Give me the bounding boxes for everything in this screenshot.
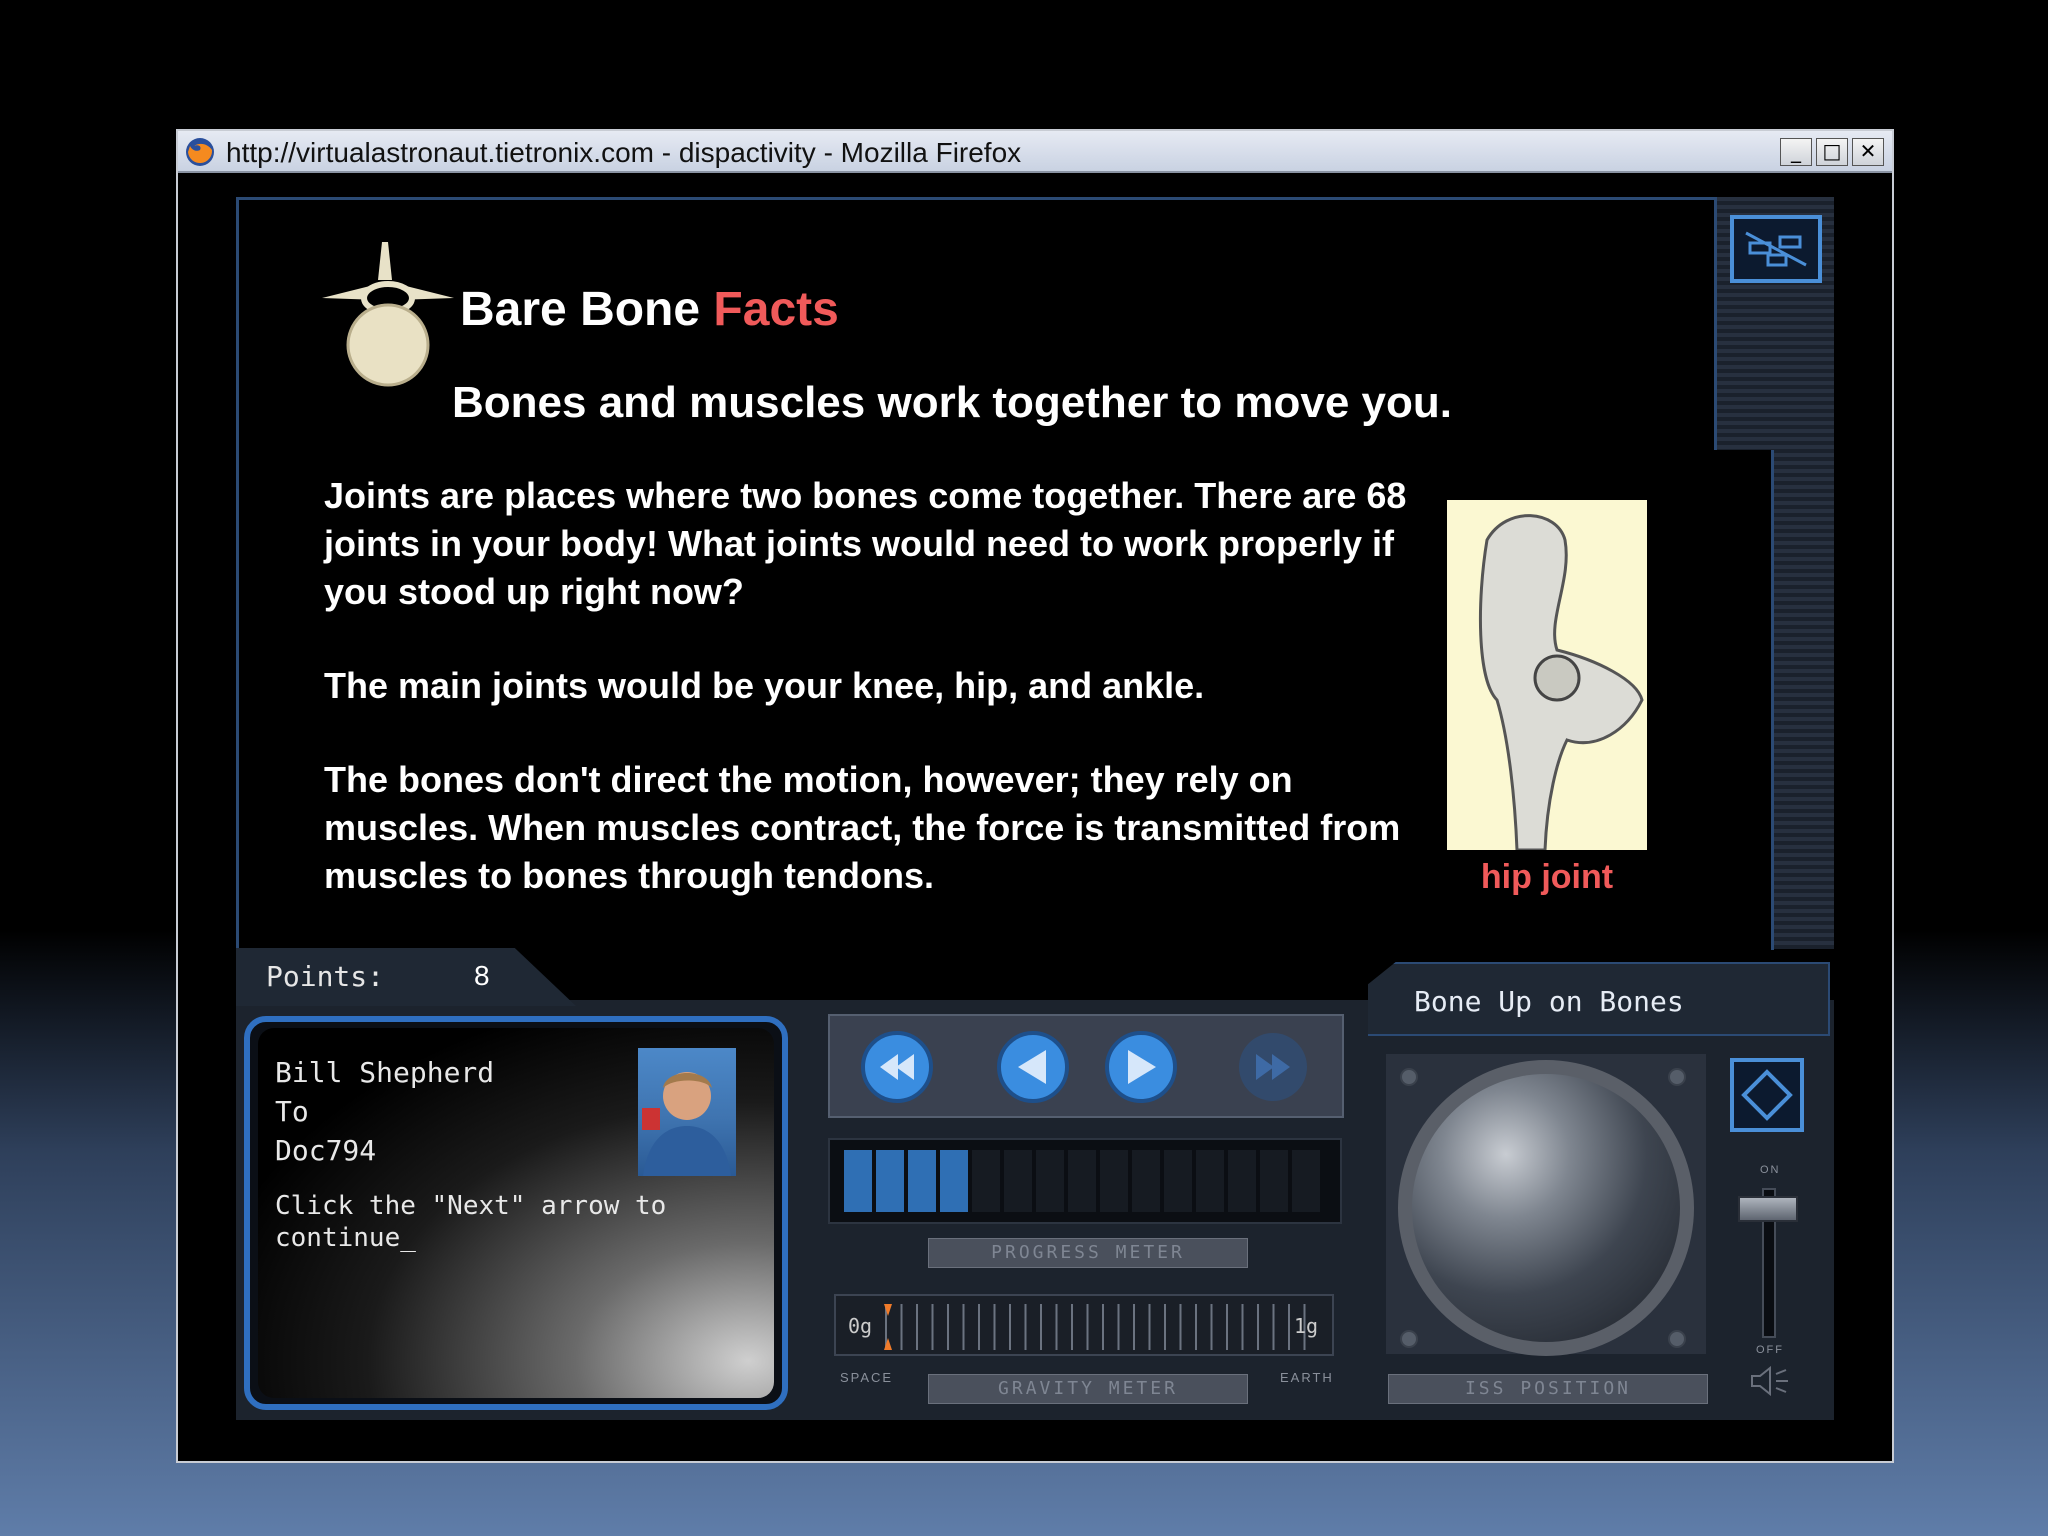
minimize-button[interactable]: _ <box>1780 138 1812 166</box>
progress-segment <box>972 1150 1000 1212</box>
rewind-button[interactable] <box>860 1030 934 1104</box>
topic-title: Bone Up on Bones <box>1414 985 1684 1018</box>
close-button[interactable]: ✕ <box>1852 138 1884 166</box>
diamond-icon <box>1741 1069 1793 1121</box>
progress-meter-label: PROGRESS METER <box>928 1238 1248 1268</box>
progress-segment <box>1196 1150 1224 1212</box>
iss-position-label: ISS POSITION <box>1388 1374 1708 1404</box>
screw <box>1668 1068 1686 1086</box>
station-home-button[interactable] <box>1730 215 1822 283</box>
progress-segment <box>1068 1150 1096 1212</box>
maximize-button[interactable]: □ <box>1816 138 1848 166</box>
previous-button[interactable] <box>996 1030 1070 1104</box>
progress-segment <box>1004 1150 1032 1212</box>
gravity-min-label: 0g <box>848 1314 873 1338</box>
progress-segment <box>876 1150 904 1212</box>
hip-joint-image <box>1447 500 1647 852</box>
points-value: 8 <box>474 960 490 991</box>
progress-segment <box>844 1150 872 1212</box>
lesson-heading: Bare Bone Facts <box>460 282 839 337</box>
progress-segment <box>1228 1150 1256 1212</box>
astronaut-portrait <box>638 1048 736 1176</box>
volume-off-label: OFF <box>1756 1344 1784 1356</box>
earth-caption: EARTH <box>1280 1370 1334 1385</box>
gravity-meter-label: GRAVITY METER <box>928 1374 1248 1404</box>
speaker-icon[interactable] <box>1748 1366 1792 1396</box>
progress-segment <box>1292 1150 1320 1212</box>
progress-segment <box>908 1150 936 1212</box>
gravity-max-label: 1g <box>1294 1314 1319 1338</box>
map-button[interactable] <box>1730 1058 1804 1132</box>
heading-main: Bare Bone <box>460 283 701 336</box>
screw <box>1400 1068 1418 1086</box>
message-body: Click the "Next" arrow to continue_ <box>275 1191 667 1253</box>
paragraph-joints: Joints are places where two bones come t… <box>324 475 1407 612</box>
progress-segment <box>1100 1150 1128 1212</box>
window-title: http://virtualastronaut.tietronix.com - … <box>226 137 1022 168</box>
progress-segment <box>940 1150 968 1212</box>
progress-segment <box>1164 1150 1192 1212</box>
space-station-icon <box>1745 231 1807 267</box>
vertebra-icon <box>322 242 454 387</box>
paragraph-main-joints: The main joints would be your knee, hip,… <box>324 665 1205 706</box>
image-caption: hip joint <box>1480 858 1614 896</box>
title-bar: http://virtualastronaut.tietronix.com - … <box>178 131 1892 173</box>
gravity-meter <box>834 1294 1334 1356</box>
gravity-scale <box>884 1304 1306 1350</box>
progress-segment <box>1260 1150 1288 1212</box>
fast-forward-button <box>1239 1033 1307 1101</box>
firefox-icon <box>186 138 214 166</box>
rail-cutout <box>1714 450 1774 950</box>
message-sender: Bill Shepherd <box>275 1056 495 1089</box>
screw <box>1400 1330 1418 1348</box>
message-recipient: Doc794 <box>275 1134 377 1167</box>
next-button[interactable] <box>1104 1030 1178 1104</box>
lesson-subheading: Bones and muscles work together to move … <box>452 378 1452 427</box>
volume-slider-knob[interactable] <box>1738 1196 1798 1222</box>
message-to-label: To <box>275 1095 309 1128</box>
space-caption: SPACE <box>840 1370 894 1385</box>
points-label: Points: <box>266 960 385 993</box>
screw <box>1668 1330 1686 1348</box>
volume-on-label: ON <box>1760 1164 1781 1176</box>
heading-accent: Facts <box>713 283 839 336</box>
earth-globe <box>1412 1074 1680 1342</box>
progress-segment <box>1036 1150 1064 1212</box>
paragraph-muscles: The bones don't direct the motion, howev… <box>324 759 1401 896</box>
progress-segment <box>1132 1150 1160 1212</box>
